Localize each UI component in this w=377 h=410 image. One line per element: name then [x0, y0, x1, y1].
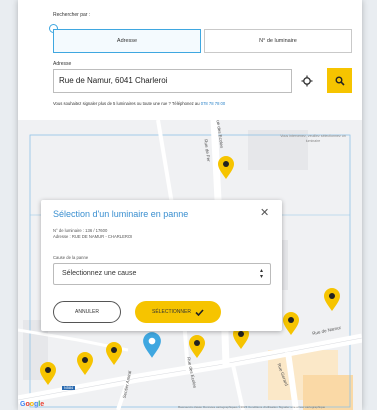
google-logo: Google	[20, 401, 45, 408]
luminaire-pin[interactable]	[76, 352, 94, 376]
luminaire-pin[interactable]	[105, 342, 123, 366]
cause-label: Cause de la panne	[53, 255, 89, 260]
search-by-label: Rechercher par :	[53, 12, 91, 18]
locate-button[interactable]	[299, 73, 315, 89]
tab-adresse[interactable]: Adresse	[53, 29, 201, 53]
luminaire-pin[interactable]	[188, 335, 206, 359]
search-button[interactable]	[327, 68, 352, 93]
crosshair-icon	[301, 75, 313, 87]
hint-text: Vous souhaitez signaler plus de 5 lumina…	[53, 101, 225, 106]
road-badge: N584	[62, 386, 76, 390]
cause-select[interactable]: Sélectionnez une cause ▴ ▾	[53, 263, 271, 285]
luminaire-pin[interactable]	[217, 156, 235, 180]
select-button-label: SÉLECTIONNER	[152, 309, 191, 315]
checkmark-icon	[195, 308, 204, 316]
report-form-panel: Rechercher par : Adresse N° de luminaire…	[18, 0, 362, 410]
luminaire-pin[interactable]	[282, 312, 300, 336]
luminaire-pin[interactable]	[39, 362, 57, 386]
select-button[interactable]: SÉLECTIONNER	[135, 301, 221, 323]
map-view[interactable]: Vous intervenez, veuillez sélectionnez u…	[18, 120, 362, 410]
cause-select-value: Sélectionnez une cause	[62, 270, 137, 277]
address-input[interactable]: Rue de Namur, 6041 Charleroi	[53, 69, 292, 93]
tab-luminaire-number[interactable]: N° de luminaire	[204, 29, 352, 53]
address-field-label: Adresse	[53, 61, 72, 67]
map-attribution[interactable]: Raccourcis clavier Données cartographiqu…	[178, 405, 325, 409]
cancel-button[interactable]: ANNULER	[53, 301, 121, 323]
popup-title: Sélection d'un luminaire en panne	[53, 209, 189, 219]
luminaire-number-info: N° de luminaire : 136 / 17600	[53, 228, 108, 233]
luminaire-pin[interactable]	[323, 288, 341, 312]
close-icon[interactable]: ✕	[260, 208, 269, 219]
selected-luminaire-pin[interactable]	[142, 332, 162, 359]
search-icon	[335, 76, 345, 86]
select-arrows-icon: ▴ ▾	[259, 268, 263, 280]
hint-phone-link[interactable]: 078 78 78 00	[201, 101, 225, 106]
hint-message: Vous souhaitez signaler plus de 5 lumina…	[53, 101, 200, 106]
search-form: Rechercher par : Adresse N° de luminaire…	[18, 0, 362, 120]
map-note: Vous intervenez, veuillez sélectionnez u…	[280, 134, 346, 143]
luminaire-popup: Sélection d'un luminaire en panne ✕ N° d…	[41, 200, 282, 331]
luminaire-address-info: Adresse : RUE DE NAMUR - CHARLEROI	[53, 234, 133, 239]
